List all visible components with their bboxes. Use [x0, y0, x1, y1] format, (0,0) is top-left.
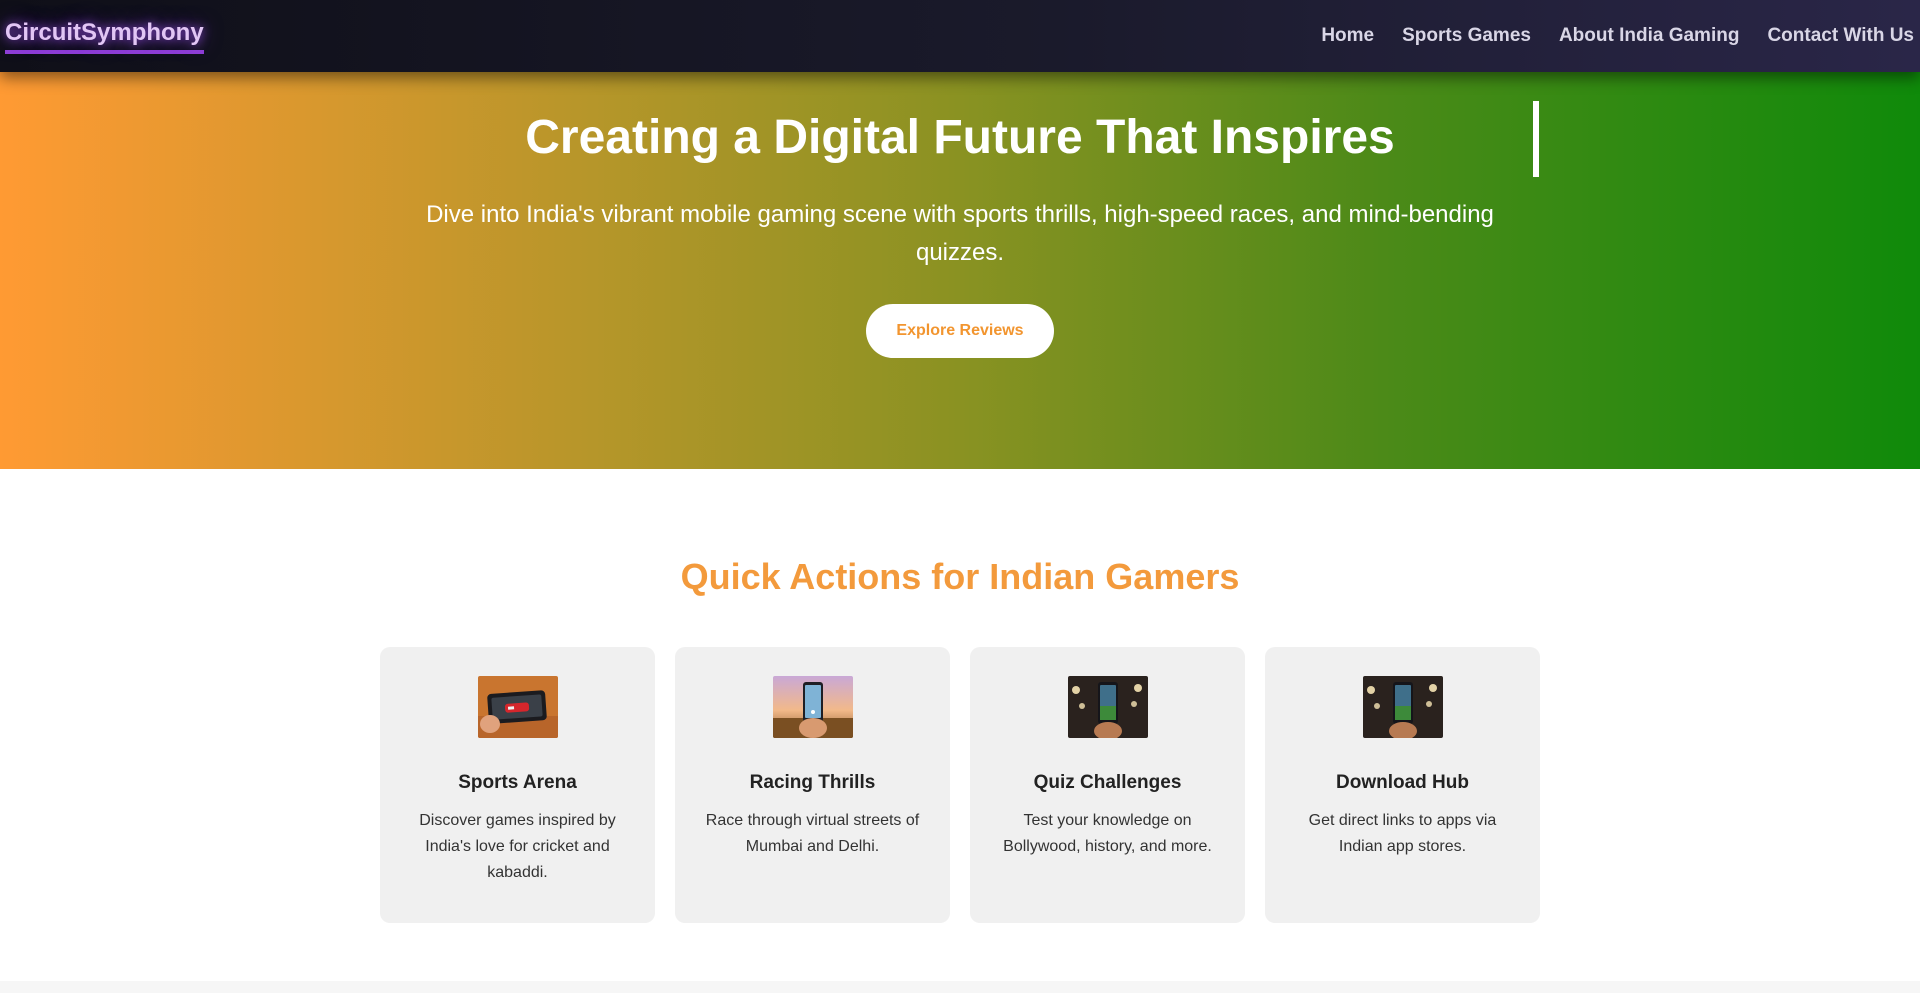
quick-actions-title: Quick Actions for Indian Gamers [680, 556, 1240, 597]
phone-sunset-field-image [772, 676, 853, 738]
hero-title: Creating a Digital Future That Inspires [525, 111, 1395, 164]
card-download-hub[interactable]: Download Hub Get direct links to apps vi… [1265, 647, 1540, 923]
card-description: Discover games inspired by India's love … [419, 812, 616, 881]
hero-subtitle: Dive into India's vibrant mobile gaming … [426, 201, 1494, 266]
top-navbar: CircuitSymphony Home Sports Games About … [0, 0, 1920, 72]
card-title: Download Hub [1336, 772, 1469, 793]
card-description: Get direct links to apps via Indian app … [1308, 812, 1497, 855]
card-description: Test your knowledge on Bollywood, histor… [1003, 812, 1212, 855]
nav-home-link[interactable]: Home [1321, 25, 1374, 47]
quick-actions-grid: Sports Arena Discover games inspired by … [380, 647, 1540, 923]
card-racing-thrills[interactable]: Racing Thrills Race through virtual stre… [675, 647, 950, 923]
explore-reviews-button[interactable]: Explore Reviews [866, 304, 1054, 358]
nav-sports-games-link[interactable]: Sports Games [1402, 25, 1531, 47]
card-description: Race through virtual streets of Mumbai a… [705, 812, 920, 855]
nav-contact-link[interactable]: Contact With Us [1767, 25, 1914, 47]
phone-racing-game-image [477, 676, 558, 738]
card-quiz-challenges[interactable]: Quiz Challenges Test your knowledge on B… [970, 647, 1245, 923]
card-title: Quiz Challenges [1033, 772, 1182, 793]
nav-about-india-gaming-link[interactable]: About India Gaming [1559, 25, 1740, 47]
site-logo[interactable]: CircuitSymphony [5, 20, 204, 54]
phone-stadium-lights-image [1362, 676, 1443, 738]
footer-edge [0, 981, 1920, 993]
main-nav: Home Sports Games About India Gaming Con… [1321, 25, 1914, 47]
card-title: Sports Arena [458, 772, 577, 793]
card-title: Racing Thrills [749, 772, 876, 793]
typing-cursor [1533, 101, 1539, 177]
hero-banner: Creating a Digital Future That Inspires … [0, 72, 1920, 469]
card-sports-arena[interactable]: Sports Arena Discover games inspired by … [380, 647, 655, 923]
phone-stadium-lights-image [1067, 676, 1148, 738]
